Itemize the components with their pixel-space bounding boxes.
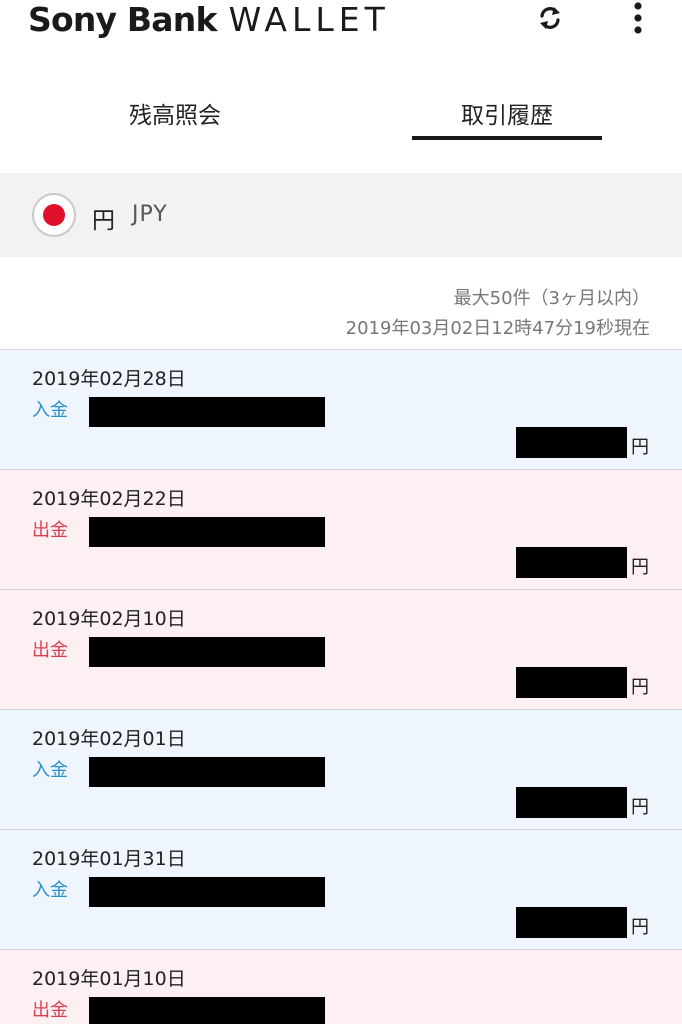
brand-primary: Sony Bank xyxy=(28,0,217,39)
transaction-date: 2019年02月01日 xyxy=(32,728,186,750)
amount-unit: 円 xyxy=(631,437,649,458)
brand-logo: Sony Bank WALLET xyxy=(28,0,390,42)
as-of-timestamp: 2019年03月02日12時47分19秒現在 xyxy=(345,318,650,339)
refresh-icon xyxy=(540,7,560,29)
transaction-row[interactable]: 2019年01月10日出金円 xyxy=(0,949,682,1024)
active-tab-indicator xyxy=(412,136,602,140)
transaction-row[interactable]: 2019年02月22日 出金円 xyxy=(0,469,682,589)
transaction-type: 出金 xyxy=(32,520,68,541)
redacted-amount xyxy=(516,667,627,698)
transaction-date: 2019年01月31日 xyxy=(32,848,186,870)
amount-unit: 円 xyxy=(631,677,649,698)
redacted-description xyxy=(89,517,325,547)
more-vertical-icon xyxy=(634,2,642,34)
tab-balance[interactable]: 残高照会 xyxy=(80,82,270,140)
transaction-list: 2019年02月28日 入金円 2019年02月22日 出金円 2019年02月10日出… xyxy=(0,349,682,1024)
redacted-description xyxy=(89,637,325,667)
transaction-row[interactable]: 2019年01月31日 入金円 xyxy=(0,829,682,949)
history-meta: 最大50件（3ヶ月以内） 2019年03月02日12時47分19秒現在 xyxy=(346,284,650,344)
transaction-type: 入金 xyxy=(32,400,68,421)
tab-history[interactable]: 取引履歴 xyxy=(412,82,602,140)
tab-bar: 残高照会 取引履歴 xyxy=(0,82,682,144)
transaction-date: 2019年02月28日 xyxy=(32,368,186,390)
flag-sun xyxy=(43,204,65,226)
refresh-button[interactable] xyxy=(530,0,570,36)
transaction-date: 2019年02月10日 xyxy=(32,608,186,630)
transaction-type: 出金 xyxy=(32,640,68,661)
transaction-date: 2019年02月22日 xyxy=(32,488,186,510)
redacted-description xyxy=(89,997,325,1024)
transaction-row[interactable]: 2019年02月01日 入金円 xyxy=(0,709,682,829)
app-header: Sony Bank WALLET xyxy=(0,0,682,50)
amount-unit: 円 xyxy=(631,917,649,938)
currency-selector[interactable]: 円 JPY xyxy=(0,173,682,257)
transaction-row[interactable]: 2019年02月10日 出金円 xyxy=(0,589,682,709)
transaction-type: 入金 xyxy=(32,760,68,781)
currency-name: 円 xyxy=(92,208,115,234)
redacted-amount xyxy=(516,427,627,458)
transaction-date: 2019年01月10日 xyxy=(32,968,186,990)
transaction-row[interactable]: 2019年02月28日 入金円 xyxy=(0,349,682,469)
amount-unit: 円 xyxy=(631,557,649,578)
transaction-type: 出金 xyxy=(32,1000,68,1021)
currency-code: JPY xyxy=(132,202,168,227)
overflow-menu-button[interactable] xyxy=(622,0,654,36)
transaction-type: 入金 xyxy=(32,880,68,901)
redacted-description xyxy=(89,757,325,787)
brand-secondary: WALLET xyxy=(228,0,390,39)
redacted-amount xyxy=(516,547,627,578)
redacted-amount xyxy=(516,787,627,818)
redacted-amount xyxy=(516,907,627,938)
redacted-description xyxy=(89,397,325,427)
amount-unit: 円 xyxy=(631,797,649,818)
redacted-description xyxy=(89,877,325,907)
limit-note: 最大50件（3ヶ月以内） xyxy=(453,288,650,309)
japan-flag-icon xyxy=(32,193,76,237)
